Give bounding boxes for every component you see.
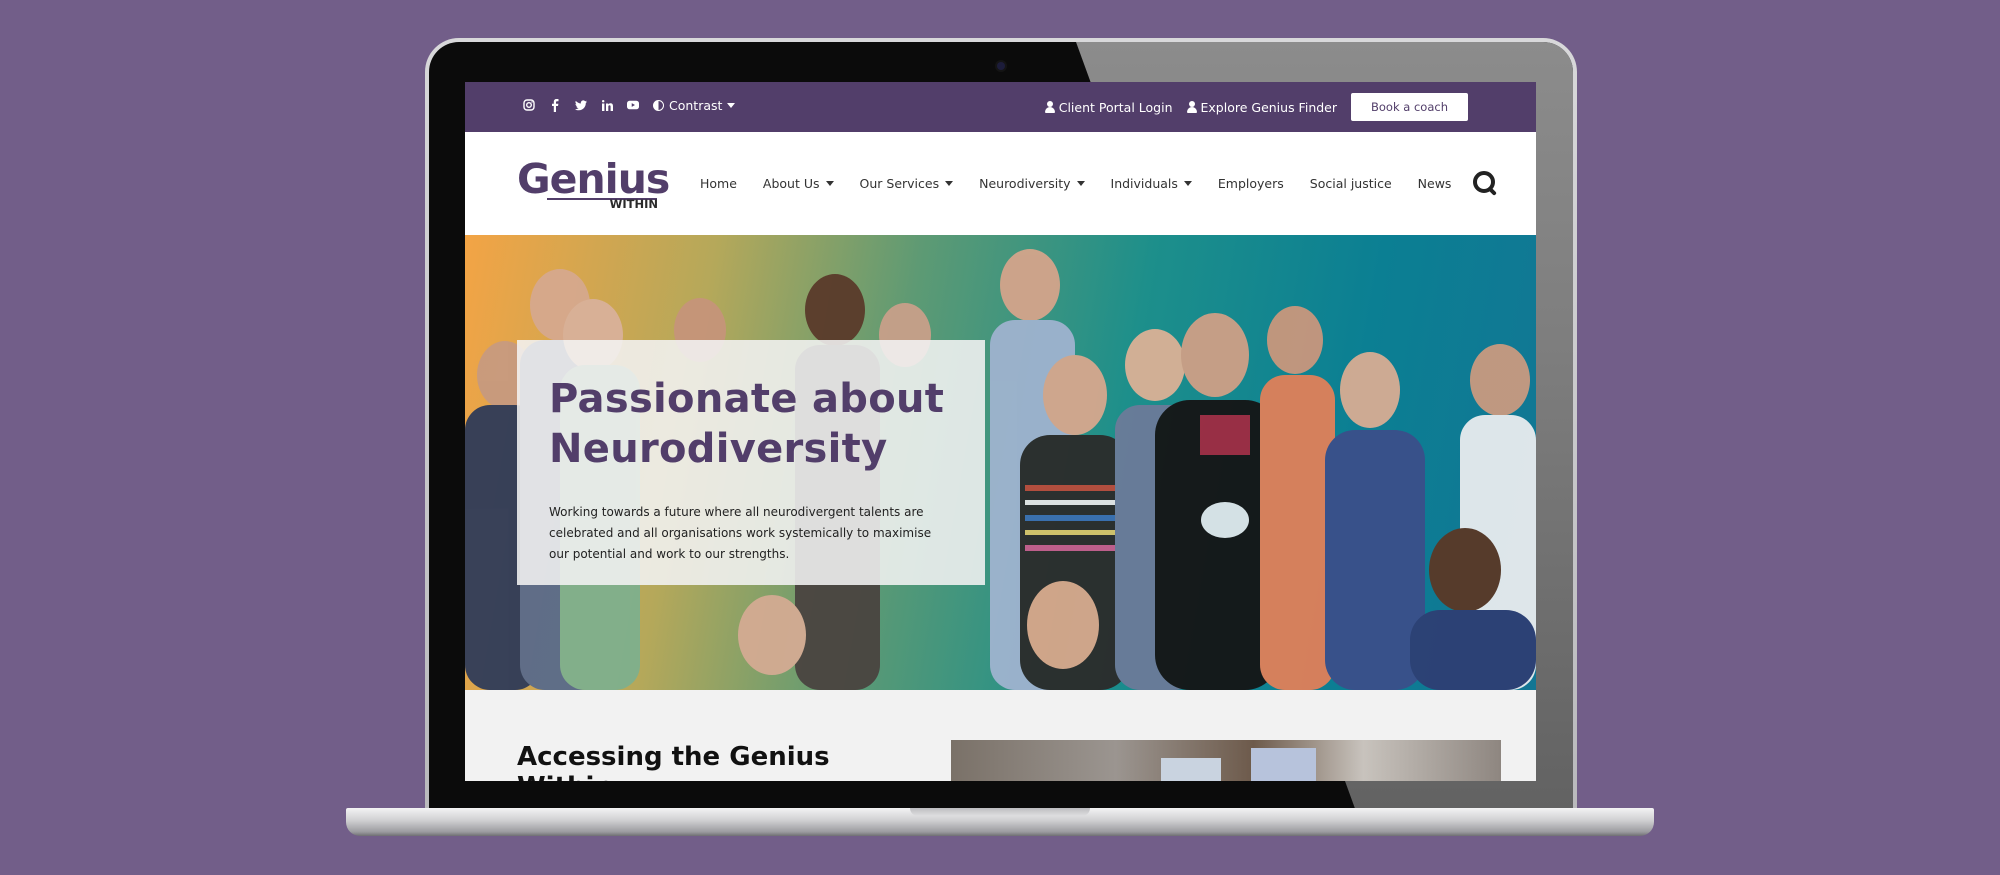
client-portal-link[interactable]: Client Portal Login: [1044, 99, 1173, 115]
nav-item-home[interactable]: Home: [700, 176, 737, 191]
contrast-label: Contrast: [669, 97, 723, 113]
accessing-section: Accessing the Genius Within: [465, 690, 1536, 781]
nav-item-label: Neurodiversity: [979, 176, 1071, 191]
hero-card: Passionate about Neurodiversity Working …: [517, 340, 985, 585]
chevron-down-icon: [1183, 181, 1192, 186]
nav-item-about-us[interactable]: About Us: [763, 176, 834, 191]
chevron-down-icon: [727, 102, 736, 108]
nav-item-neurodiversity[interactable]: Neurodiversity: [979, 176, 1085, 191]
logo-main-text: Genius: [517, 154, 670, 203]
facebook-icon[interactable]: [549, 98, 561, 112]
nav-item-label: Employers: [1217, 176, 1284, 191]
user-icon: [1186, 101, 1197, 113]
nav-item-label: Home: [700, 176, 737, 191]
chevron-down-icon: [1076, 181, 1085, 186]
book-coach-button[interactable]: Book a coach: [1351, 93, 1468, 121]
nav-item-individuals[interactable]: Individuals: [1111, 176, 1192, 191]
youtube-icon[interactable]: [627, 99, 639, 111]
explore-label: Explore Genius Finder: [1200, 99, 1338, 115]
nav-item-social-justice[interactable]: Social justice: [1310, 176, 1392, 191]
section-image: [951, 740, 1501, 781]
explore-genius-finder-link[interactable]: Explore Genius Finder: [1186, 99, 1338, 115]
poster-image: [1161, 758, 1221, 781]
main-navigation: Genius WITHIN Home About Us Our Services…: [465, 132, 1536, 235]
user-icon: [1044, 101, 1055, 113]
search-icon[interactable]: [1473, 170, 1499, 197]
top-bar: Contrast Client Portal Login Explore Gen…: [465, 82, 1536, 132]
logo[interactable]: Genius WITHIN: [517, 155, 670, 213]
nav-item-our-services[interactable]: Our Services: [860, 176, 954, 191]
chevron-down-icon: [825, 181, 834, 186]
section-title: Accessing the Genius Within: [517, 742, 830, 781]
hero-body: Working towards a future where all neuro…: [549, 505, 932, 561]
contrast-icon: [653, 99, 664, 111]
nav-item-label: Social justice: [1309, 176, 1392, 191]
linkedin-icon[interactable]: [601, 99, 613, 111]
nav-item-employers[interactable]: Employers: [1218, 176, 1284, 191]
laptop-notch: [910, 808, 1090, 816]
nav-item-label: Our Services: [859, 176, 940, 191]
contrast-toggle[interactable]: Contrast: [653, 97, 736, 113]
instagram-icon[interactable]: [523, 99, 535, 111]
logo-sub-text: WITHIN: [609, 196, 658, 211]
hero-title: Passionate about Neurodiversity: [549, 374, 953, 474]
nav-item-label: Individuals: [1110, 176, 1178, 191]
nav-item-label: About Us: [762, 176, 820, 191]
hero-title-line2: Neurodiversity: [549, 426, 888, 472]
nav-items: Home About Us Our Services Neurodiversit…: [700, 170, 1499, 197]
camera: [997, 62, 1005, 70]
hero-title-line1: Passionate about: [549, 376, 945, 422]
hero-banner: Passionate about Neurodiversity Working …: [465, 235, 1536, 690]
client-portal-label: Client Portal Login: [1058, 99, 1173, 115]
chevron-down-icon: [945, 181, 954, 186]
twitter-icon[interactable]: [575, 99, 587, 111]
nav-item-label: News: [1417, 176, 1452, 191]
website-screen: Contrast Client Portal Login Explore Gen…: [465, 82, 1536, 781]
nav-item-news[interactable]: News: [1418, 176, 1452, 191]
social-links: Contrast: [523, 97, 736, 113]
poster-image: [1251, 748, 1316, 781]
top-right-links: Client Portal Login Explore Genius Finde…: [1044, 93, 1468, 121]
